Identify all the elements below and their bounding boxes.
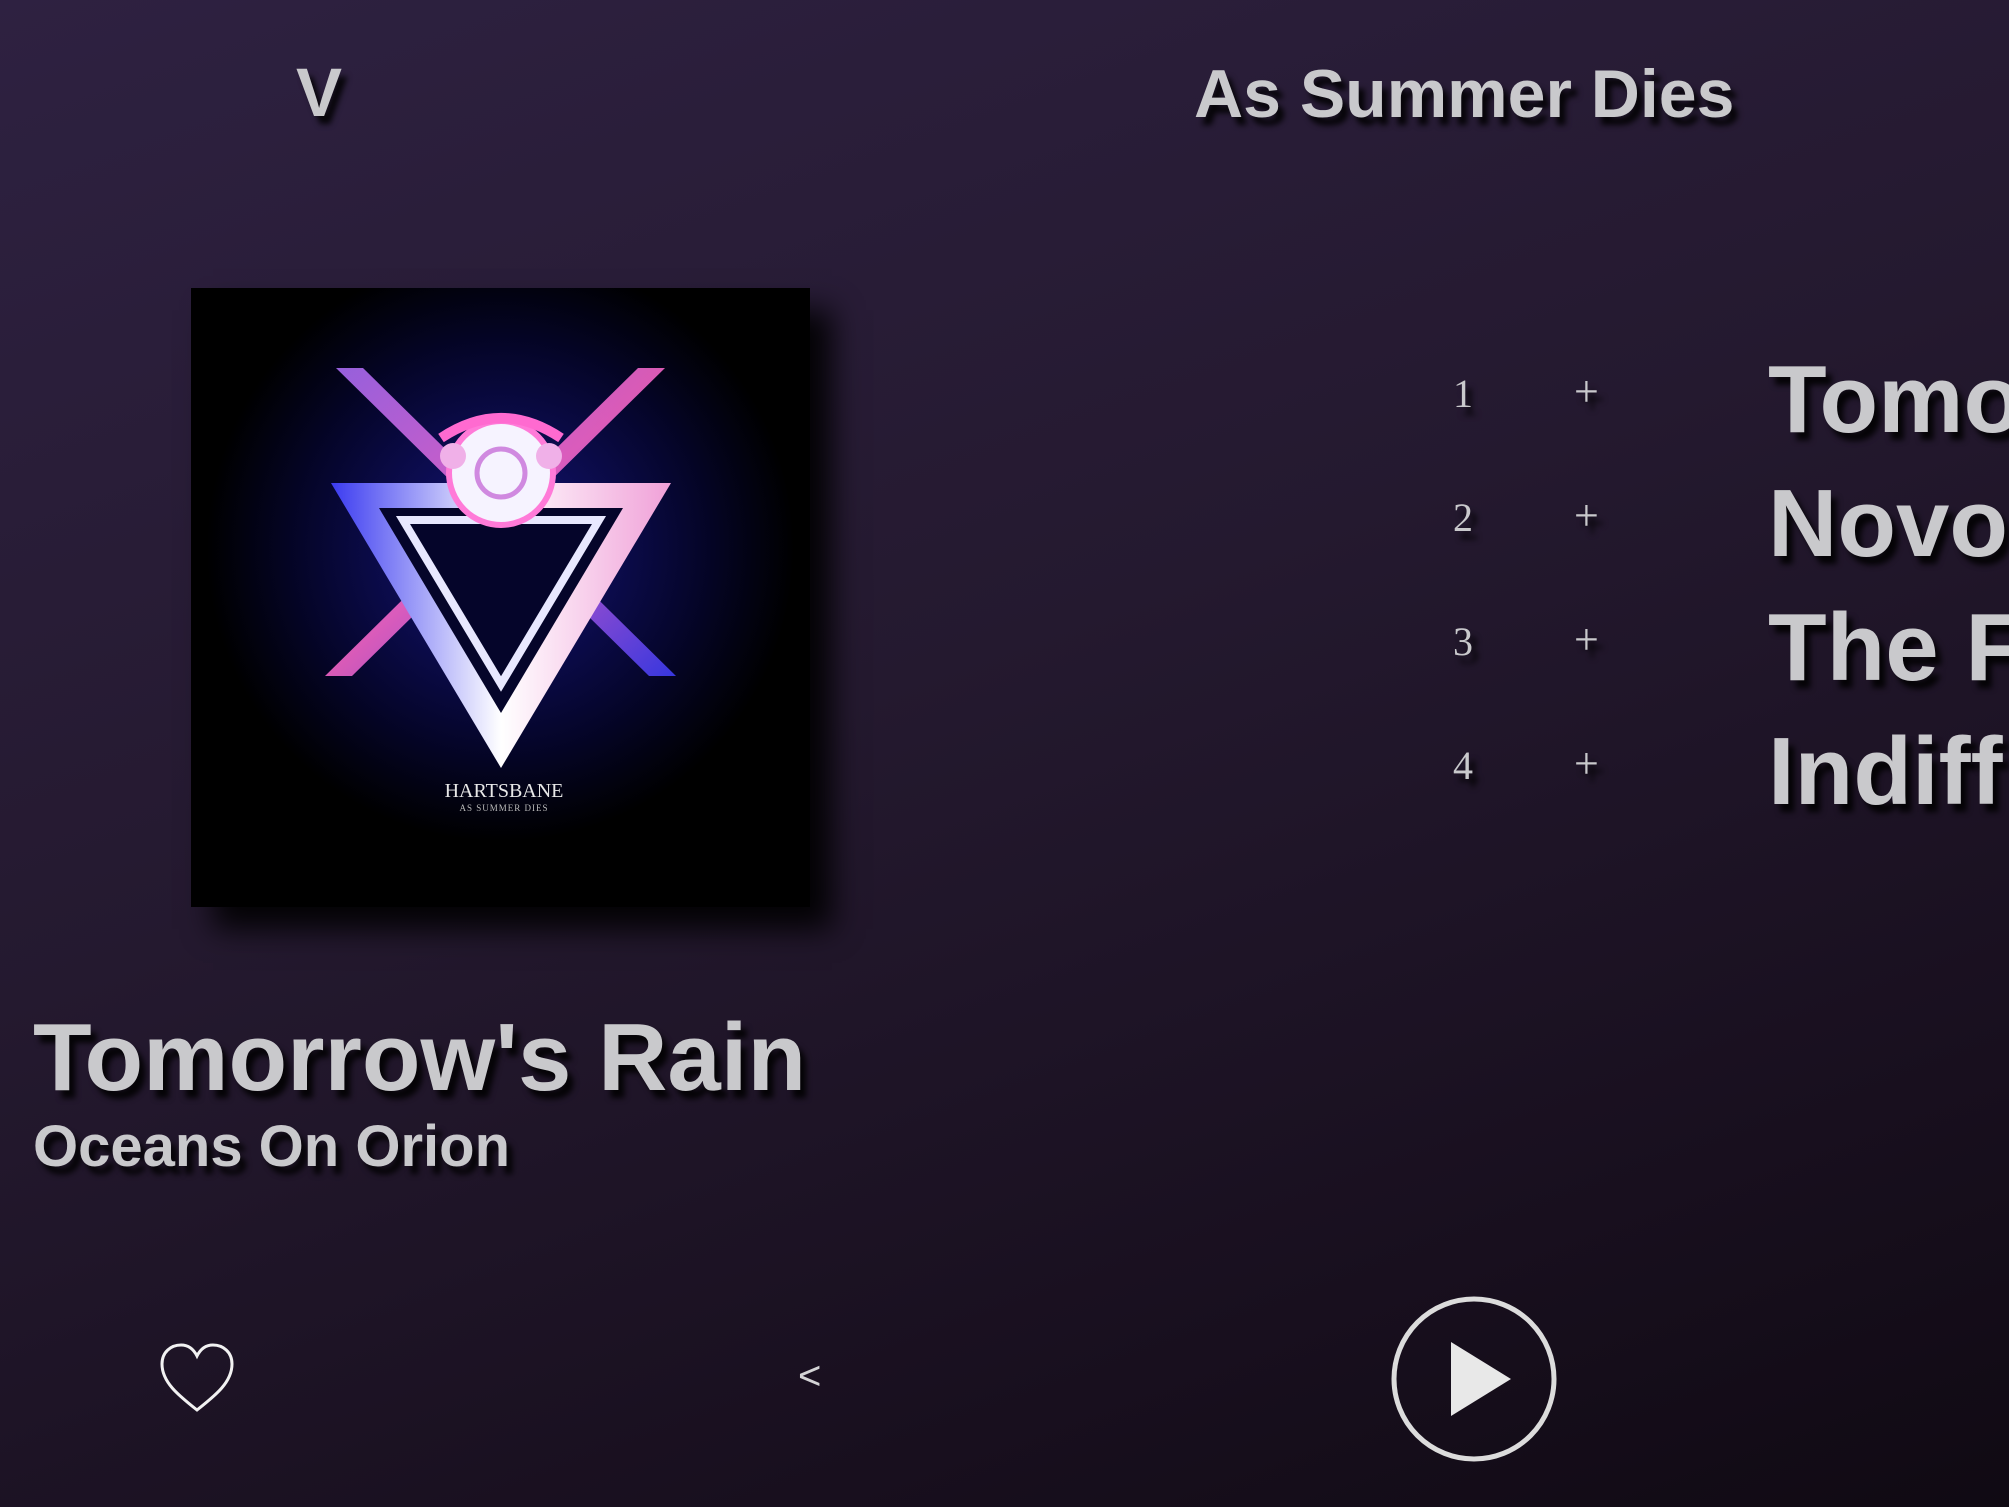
album-cover: HARTSBANE AS SUMMER DIES — [191, 288, 810, 907]
track-title[interactable]: The F — [1768, 600, 2009, 696]
now-playing-artist[interactable]: Oceans On Orion — [33, 1118, 510, 1176]
play-button[interactable] — [1389, 1294, 1559, 1469]
track-number: 2 — [1453, 495, 1473, 540]
favorite-button[interactable] — [158, 1340, 236, 1423]
track-row[interactable]: 3 + The F — [1400, 600, 2009, 724]
play-circle-icon — [1391, 1296, 1557, 1462]
track-number: 4 — [1453, 743, 1473, 788]
svg-text:HARTSBANE: HARTSBANE — [445, 780, 564, 802]
now-playing-title: Tomorrow's Rain — [33, 1004, 807, 1111]
view-label[interactable]: V — [296, 58, 342, 127]
track-row[interactable]: 2 + Novo — [1400, 476, 2009, 600]
track-number: 1 — [1453, 371, 1473, 416]
add-to-queue-button[interactable]: + — [1574, 618, 1599, 662]
track-row[interactable]: 4 + Indiff — [1400, 724, 2009, 848]
back-button[interactable]: < — [798, 1356, 821, 1396]
svg-text:AS SUMMER DIES: AS SUMMER DIES — [459, 803, 548, 813]
add-to-queue-button[interactable]: + — [1574, 370, 1599, 414]
track-title[interactable]: Tomo — [1768, 352, 2009, 448]
track-number: 3 — [1453, 619, 1473, 664]
heart-outline-icon — [160, 1343, 234, 1412]
track-title[interactable]: Indiff — [1768, 724, 2003, 820]
add-to-queue-button[interactable]: + — [1574, 494, 1599, 538]
album-title-header: As Summer Dies — [1194, 56, 1735, 132]
cover-emblem-icon: HARTSBANE AS SUMMER DIES — [325, 368, 676, 813]
track-row[interactable]: 1 + Tomo — [1400, 352, 2009, 476]
add-to-queue-button[interactable]: + — [1574, 742, 1599, 786]
tracklist: 1 + Tomo 2 + Novo 3 + The F 4 + Indiff — [1400, 352, 2009, 852]
track-title[interactable]: Novo — [1768, 476, 2008, 572]
